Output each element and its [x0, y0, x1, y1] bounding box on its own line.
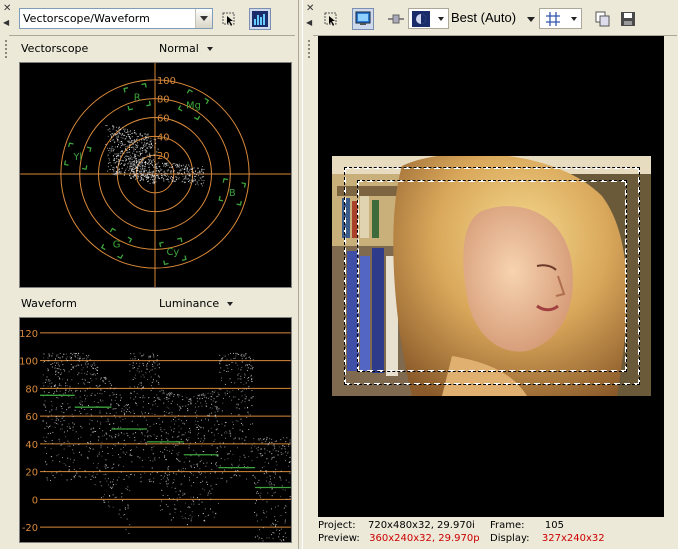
vectorscope-label: Vectorscope [21, 42, 89, 55]
target-label: G [113, 239, 121, 250]
select-cursor-icon [222, 12, 235, 26]
external-monitor-button[interactable] [352, 8, 374, 30]
scope-selector[interactable]: Vectorscope/Waveform [19, 8, 213, 29]
scope-selector-value: Vectorscope/Waveform [23, 12, 150, 25]
gripper-icon[interactable] [306, 40, 312, 60]
frame-label: Frame: [490, 520, 525, 531]
frame-value: 105 [544, 520, 564, 531]
split-screen-button[interactable] [384, 8, 406, 30]
copy-snapshot-button[interactable] [592, 8, 614, 30]
chevron-down-icon[interactable] [195, 9, 212, 28]
preview-resolution: 360x240x32 [369, 533, 432, 544]
select-cursor-button[interactable] [218, 8, 240, 30]
scale-label: 20 [25, 468, 38, 479]
project-info: Project: 720x480x32, 29.970i [318, 520, 475, 531]
gripper-icon[interactable] [3, 40, 9, 60]
preview-framerate: 29.970p [438, 533, 480, 544]
preview-mode-dropdown[interactable] [408, 8, 449, 29]
pin-icon[interactable]: ✕ [306, 4, 314, 14]
preview-label: Preview: [318, 533, 360, 544]
ring-label: 60 [157, 113, 170, 124]
frame-info: Frame: 105 [490, 520, 564, 531]
target-label: Mg [186, 101, 201, 112]
histogram-toggle-button[interactable] [249, 8, 271, 30]
target-box: Mg [177, 88, 210, 121]
pin-icon[interactable]: ✕ [3, 4, 11, 14]
scale-label: 60 [25, 412, 38, 423]
target-box: R [123, 82, 152, 111]
target-box: G [100, 227, 133, 260]
select-cursor-icon [324, 12, 337, 26]
waveform-mode-dropdown[interactable]: Luminance [159, 297, 234, 310]
ring-label: 40 [157, 132, 170, 143]
waveform-trace [42, 352, 291, 542]
target-label: R [134, 93, 141, 104]
collapse-arrow-icon[interactable]: ◀ [3, 18, 9, 28]
scale-label: 0 [32, 495, 38, 506]
scale-label: 100 [19, 357, 38, 368]
scale-label: -20 [22, 523, 38, 534]
chevron-down-icon [206, 47, 213, 51]
target-label: Yl [72, 152, 82, 163]
vectorscope-ring-labels: 20 40 60 80 100 [157, 76, 176, 162]
split-view-icon [388, 14, 404, 24]
scale-label: 120 [19, 329, 38, 340]
preview-info: Preview: 360x240x32, 29.970p [318, 533, 480, 544]
waveform-scale-lines [40, 332, 291, 528]
waveform-label: Waveform [21, 297, 77, 310]
waveform-display: 120 100 80 60 40 20 0 -20 [19, 317, 292, 543]
project-value: 720x480x32, 29.970i [367, 520, 475, 531]
vectorscope-mode-dropdown[interactable]: Normal [159, 42, 213, 55]
display-value: 327x240x32 [541, 533, 605, 544]
vectorscope-mode-value: Normal [159, 42, 199, 55]
copy-snapshot-icon [595, 11, 610, 27]
target-label: Cy [166, 247, 179, 258]
histogram-icon [252, 11, 268, 27]
waveform-scale-labels: 120 100 80 60 40 20 0 -20 [19, 329, 38, 534]
preview-quality-dropdown[interactable]: Best (Auto) [451, 10, 516, 25]
chevron-down-icon [438, 17, 444, 21]
save-snapshot-icon [621, 12, 635, 26]
overlays-dropdown[interactable] [539, 8, 582, 29]
preview-mode-icon [412, 11, 430, 27]
ring-label: 20 [157, 151, 170, 162]
monitor-icon [355, 11, 371, 25]
scopes-pane: ✕ ◀ Vectorscope/Waveform Vectorscope Nor… [0, 0, 299, 549]
collapse-arrow-icon[interactable]: ◀ [306, 18, 312, 28]
chevron-down-icon [571, 17, 577, 21]
select-cursor-button[interactable] [320, 8, 342, 30]
ring-label: 100 [157, 76, 176, 87]
target-label: B [229, 188, 236, 199]
title-safe-area-overlay [357, 180, 627, 372]
project-label: Project: [318, 520, 356, 531]
vectorscope-display: 20 40 60 80 100 R Mg B Cy G Yl [19, 62, 292, 288]
preview-separator: , [431, 533, 436, 544]
target-box: Cy [158, 237, 187, 266]
target-box: Yl [63, 142, 92, 171]
waveform-mode-value: Luminance [159, 297, 220, 310]
scale-label: 80 [25, 384, 38, 395]
save-snapshot-button[interactable] [617, 8, 639, 30]
ring-label: 80 [157, 95, 170, 106]
vectorscope-rings [20, 63, 291, 287]
scale-label: 40 [25, 440, 38, 451]
chevron-down-icon [227, 302, 234, 306]
target-box: B [218, 177, 247, 206]
chevron-down-icon[interactable] [527, 17, 535, 22]
grid-overlay-icon [546, 12, 560, 26]
display-label: Display: [490, 533, 530, 544]
display-info: Display: 327x240x32 [490, 533, 605, 544]
